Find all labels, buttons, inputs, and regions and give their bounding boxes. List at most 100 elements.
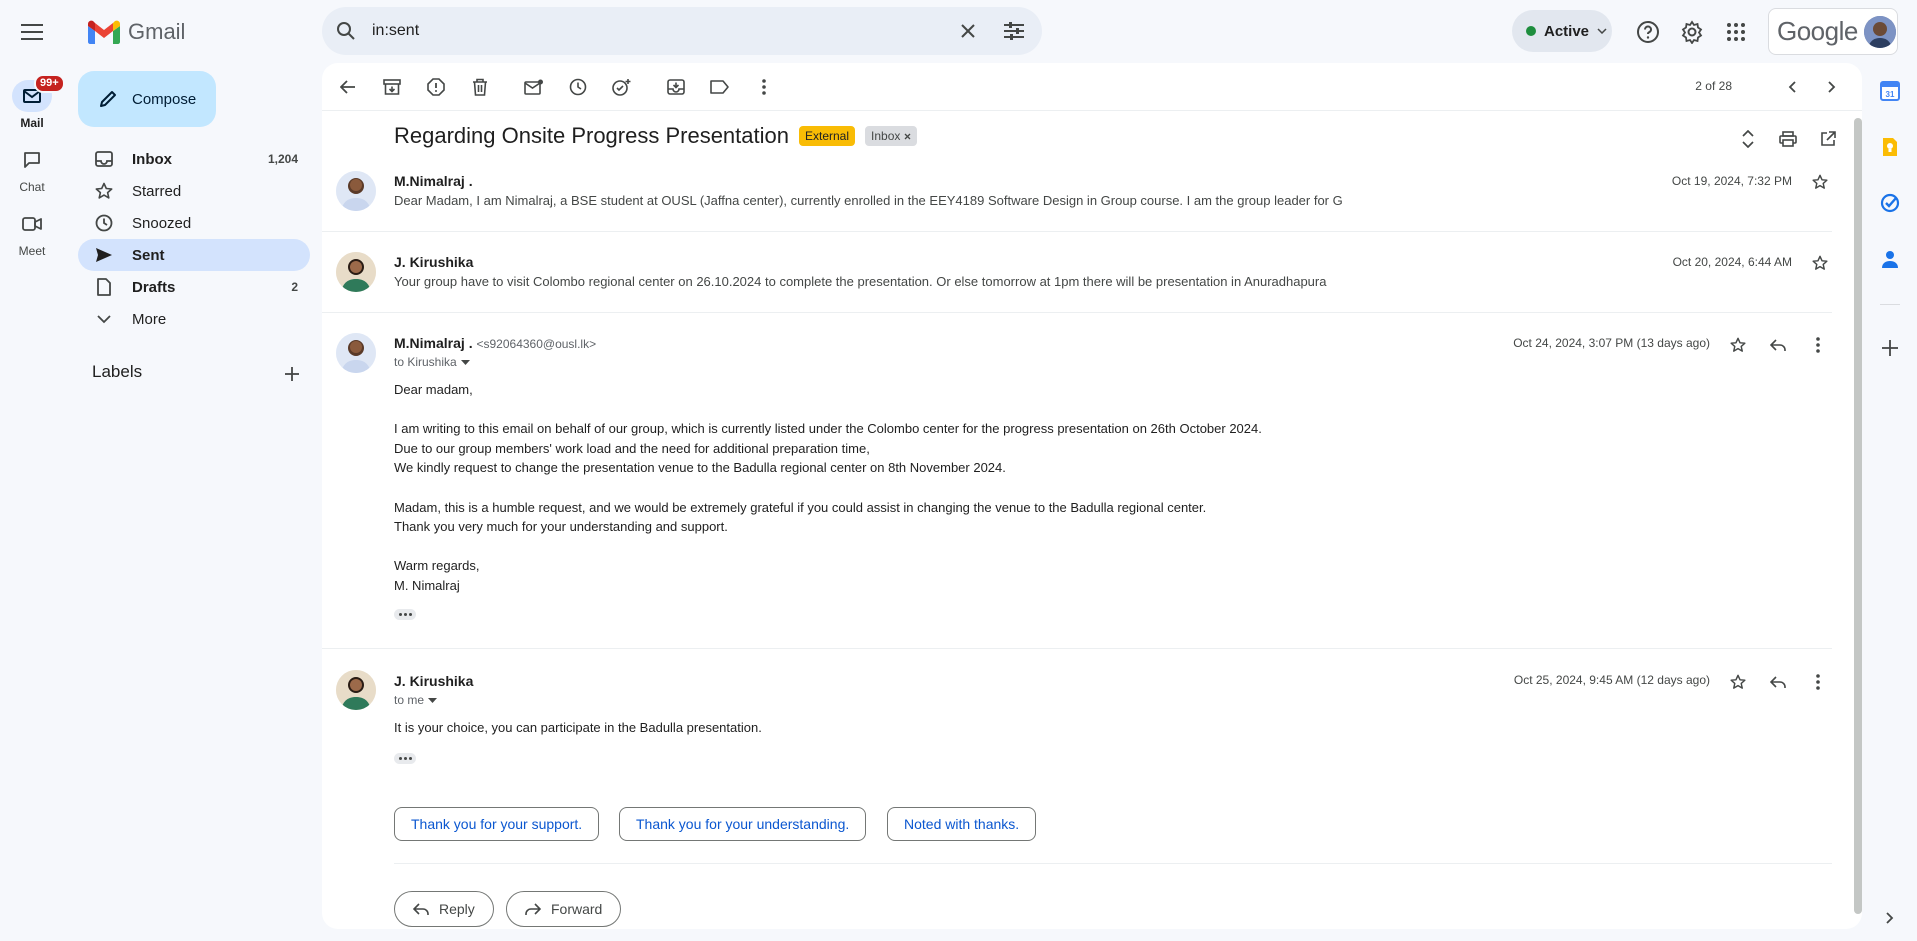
delete-button[interactable] bbox=[464, 71, 496, 103]
avatar[interactable] bbox=[336, 252, 376, 292]
reply-button[interactable] bbox=[1766, 670, 1790, 694]
more-vert-icon bbox=[762, 79, 766, 95]
snooze-button[interactable] bbox=[562, 71, 594, 103]
nav-item-sent[interactable]: Sent bbox=[78, 239, 310, 271]
inbox-icon bbox=[94, 149, 114, 169]
get-addons-button[interactable] bbox=[1876, 334, 1904, 362]
settings-button[interactable] bbox=[1674, 14, 1710, 50]
body-line: Warm regards, bbox=[394, 558, 480, 574]
trash-icon bbox=[473, 78, 487, 96]
nav-item-more[interactable]: More bbox=[78, 303, 310, 335]
smart-reply-button[interactable]: Thank you for your support. bbox=[394, 807, 600, 841]
body-line: It is your choice, you can participate i… bbox=[394, 720, 762, 735]
nav-label: Sent bbox=[132, 246, 165, 264]
show-side-panel-button[interactable] bbox=[1876, 904, 1904, 932]
smart-reply-button[interactable]: Thank you for your understanding. bbox=[619, 807, 867, 841]
star-button[interactable] bbox=[1808, 170, 1832, 194]
open-new-window-button[interactable] bbox=[1812, 123, 1844, 155]
apps-button[interactable] bbox=[1718, 14, 1754, 50]
print-button[interactable] bbox=[1772, 123, 1804, 155]
chat-pill[interactable] bbox=[12, 144, 52, 176]
reply-button[interactable]: Reply bbox=[394, 891, 494, 927]
help-button[interactable] bbox=[1630, 14, 1666, 50]
rail-mail-label: Mail bbox=[20, 116, 44, 130]
nav-item-starred[interactable]: Starred bbox=[78, 175, 310, 207]
more-button[interactable] bbox=[1806, 670, 1830, 694]
mail-pill[interactable]: 99+ bbox=[12, 74, 65, 112]
star-button[interactable] bbox=[1726, 670, 1750, 694]
meet-pill[interactable] bbox=[12, 208, 52, 240]
nav-item-snoozed[interactable]: Snoozed bbox=[78, 207, 310, 239]
contacts-app-button[interactable] bbox=[1876, 245, 1904, 273]
labels-button[interactable] bbox=[704, 71, 736, 103]
star-button[interactable] bbox=[1808, 251, 1832, 275]
archive-button[interactable] bbox=[376, 71, 408, 103]
more-button[interactable] bbox=[1806, 333, 1830, 357]
more-actions-button[interactable] bbox=[748, 71, 780, 103]
show-trimmed-content-button[interactable] bbox=[394, 609, 416, 620]
forward-button[interactable]: Forward bbox=[506, 891, 622, 927]
avatar[interactable] bbox=[336, 171, 376, 211]
star-icon bbox=[1812, 255, 1828, 270]
gmail-logo[interactable]: Gmail bbox=[88, 14, 185, 50]
inbox-chip-label: Inbox bbox=[871, 129, 901, 143]
keep-app-button[interactable] bbox=[1876, 133, 1904, 161]
gear-icon bbox=[1681, 20, 1703, 44]
main-menu-button[interactable] bbox=[14, 16, 50, 48]
keep-icon bbox=[1883, 138, 1897, 156]
message-date: Oct 24, 2024, 3:07 PM (13 days ago) bbox=[1513, 336, 1710, 350]
avatar[interactable] bbox=[336, 333, 376, 373]
compose-button[interactable]: Compose bbox=[78, 71, 216, 127]
sender-name-text: M.Nimalraj . bbox=[394, 335, 473, 351]
mark-unread-button[interactable] bbox=[518, 71, 550, 103]
tune-icon[interactable] bbox=[994, 11, 1034, 51]
expand-all-button[interactable] bbox=[1732, 123, 1764, 155]
back-button[interactable] bbox=[332, 71, 364, 103]
add-label-button[interactable] bbox=[280, 362, 304, 386]
rail-chat[interactable]: Chat bbox=[8, 144, 56, 194]
recipients-text: to Kirushika bbox=[394, 355, 457, 369]
star-button[interactable] bbox=[1726, 333, 1750, 357]
scrollbar[interactable] bbox=[1854, 118, 1862, 914]
rail-mail[interactable]: 99+ Mail bbox=[8, 74, 65, 130]
tasks-app-button[interactable] bbox=[1876, 189, 1904, 217]
report-spam-button[interactable] bbox=[420, 71, 452, 103]
recipients-toggle[interactable]: to me bbox=[394, 693, 438, 707]
rail-meet[interactable]: Meet bbox=[8, 208, 56, 258]
chevron-down-icon bbox=[1597, 28, 1607, 34]
status-selector[interactable]: Active bbox=[1512, 10, 1612, 52]
message-date: Oct 19, 2024, 7:32 PM bbox=[1671, 174, 1792, 188]
nav-item-drafts[interactable]: Drafts 2 bbox=[78, 271, 310, 303]
avatar bbox=[1863, 15, 1896, 48]
message-snippet[interactable]: Your group have to visit Colombo regiona… bbox=[394, 274, 1326, 289]
report-icon bbox=[427, 78, 445, 96]
message-date: Oct 20, 2024, 6:44 AM bbox=[1672, 255, 1792, 269]
forward-icon bbox=[525, 902, 541, 915]
open-in-new-icon bbox=[1821, 131, 1836, 146]
smart-reply-button[interactable]: Noted with thanks. bbox=[887, 807, 1037, 841]
reply-icon bbox=[1770, 338, 1786, 351]
remove-label-icon[interactable] bbox=[904, 133, 911, 140]
search-icon[interactable] bbox=[322, 7, 370, 55]
compose-label: Compose bbox=[132, 90, 197, 108]
gmail-m-icon bbox=[88, 20, 120, 44]
calendar-app-button[interactable]: 31 bbox=[1876, 77, 1904, 105]
move-to-button[interactable] bbox=[660, 71, 692, 103]
recipients-toggle[interactable]: to Kirushika bbox=[394, 355, 470, 369]
close-icon[interactable] bbox=[948, 11, 988, 51]
tasks-icon bbox=[1880, 193, 1900, 213]
help-icon bbox=[1637, 21, 1659, 43]
search-input[interactable]: in:sent bbox=[372, 22, 948, 40]
account-switcher[interactable]: Google bbox=[1768, 8, 1898, 55]
search-bar[interactable]: in:sent bbox=[322, 7, 1042, 55]
nav-item-inbox[interactable]: Inbox 1,204 bbox=[78, 143, 310, 175]
body-line: Dear madam, bbox=[394, 382, 473, 397]
message-snippet[interactable]: Dear Madam, I am Nimalraj, a BSE student… bbox=[394, 193, 1343, 208]
newer-button[interactable] bbox=[1776, 71, 1808, 103]
older-button[interactable] bbox=[1816, 71, 1848, 103]
reply-button[interactable] bbox=[1766, 333, 1790, 357]
avatar[interactable] bbox=[336, 670, 376, 710]
draft-icon bbox=[94, 277, 114, 297]
add-task-button[interactable] bbox=[606, 71, 638, 103]
show-trimmed-content-button[interactable] bbox=[394, 753, 416, 764]
